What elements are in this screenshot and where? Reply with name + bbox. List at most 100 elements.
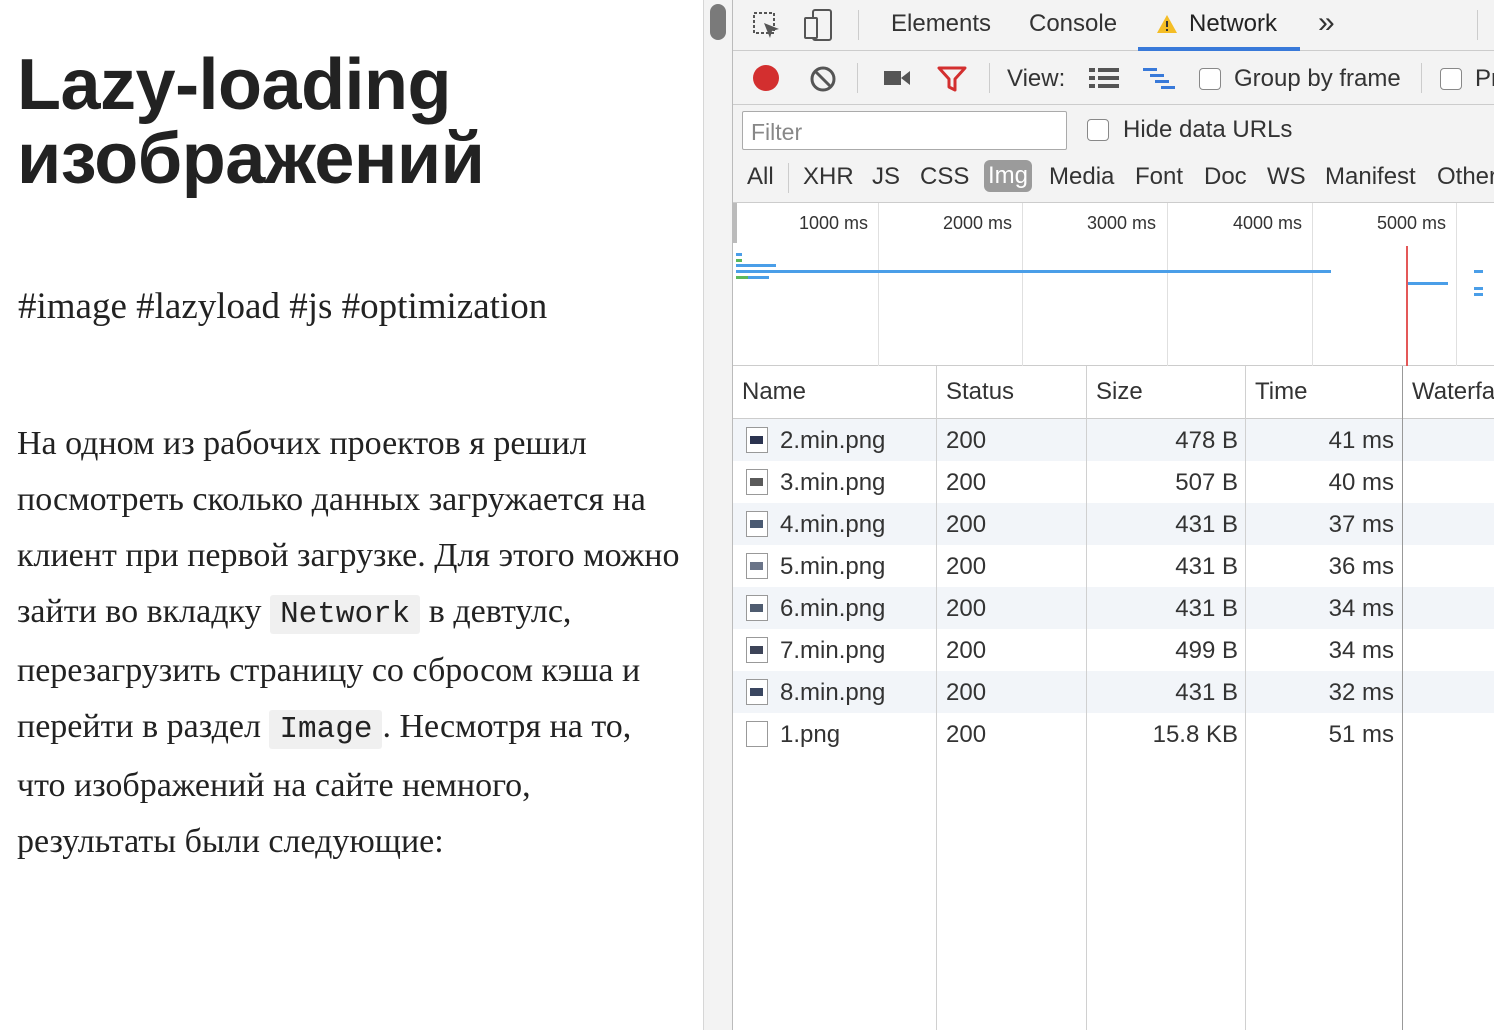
- cell-time: 32 ms: [1328, 679, 1394, 706]
- view-label: View:: [1007, 65, 1066, 92]
- table-row[interactable]: 8.min.png 200 431 B 32 ms: [733, 671, 1494, 713]
- cell-size: 431 B: [1175, 511, 1238, 538]
- table-row[interactable]: 5.min.png 200 431 B 36 ms: [733, 545, 1494, 587]
- image-file-icon: [746, 679, 768, 705]
- cell-name: 2.min.png: [780, 427, 886, 454]
- cell-time: 51 ms: [1328, 721, 1394, 748]
- tab-console[interactable]: Console: [1029, 10, 1117, 38]
- divider: [788, 163, 789, 193]
- screenshot-camera-icon[interactable]: [883, 68, 911, 93]
- cell-status: 200: [946, 511, 987, 538]
- load-event-marker: [1406, 246, 1408, 366]
- type-filter-all[interactable]: All: [747, 163, 774, 191]
- hide-data-urls-checkbox[interactable]: [1087, 119, 1109, 141]
- image-file-icon: [746, 721, 768, 747]
- column-divider[interactable]: [1245, 366, 1246, 1030]
- network-toolbar: View: Group by frame Pr: [733, 51, 1494, 105]
- preserve-log-checkbox[interactable]: [1440, 68, 1462, 90]
- column-header-status[interactable]: Status: [946, 378, 1014, 406]
- divider: [1477, 10, 1478, 40]
- record-icon[interactable]: [752, 64, 780, 97]
- image-file-icon: [746, 595, 768, 621]
- cell-size: 431 B: [1175, 595, 1238, 622]
- page-title: Lazy-loading изображений: [17, 48, 697, 196]
- overview-tick-label: 2000 ms: [943, 213, 1013, 233]
- table-header: Name Status Size Time Waterfa: [733, 366, 1494, 419]
- overview-request-bar: [736, 259, 742, 262]
- type-filter-media[interactable]: Media: [1049, 163, 1114, 191]
- table-row[interactable]: 1.png 200 15.8 KB 51 ms: [733, 713, 1494, 755]
- cell-time: 36 ms: [1328, 553, 1394, 580]
- article-paragraph: На одном из рабочих проектов я решил пос…: [17, 416, 687, 870]
- cell-name: 6.min.png: [780, 595, 886, 622]
- group-by-frame-label[interactable]: Group by frame: [1234, 65, 1401, 93]
- inspect-element-icon[interactable]: [751, 10, 783, 47]
- filter-input[interactable]: Filter: [742, 111, 1067, 150]
- column-header-waterfall[interactable]: Waterfa: [1412, 378, 1494, 406]
- hide-data-urls-label[interactable]: Hide data URLs: [1123, 116, 1292, 144]
- table-row[interactable]: 3.min.png 200 507 B 40 ms: [733, 461, 1494, 503]
- type-filter-other[interactable]: Other: [1437, 163, 1494, 191]
- type-filter-img[interactable]: Img: [984, 160, 1033, 192]
- pane-splitter[interactable]: [703, 0, 733, 1030]
- cell-size: 499 B: [1175, 637, 1238, 664]
- tag-link[interactable]: #optimization: [342, 286, 548, 327]
- list-view-icon[interactable]: [1089, 67, 1119, 94]
- type-filter-ws[interactable]: WS: [1267, 163, 1306, 191]
- cell-status: 200: [946, 721, 987, 748]
- tag-link[interactable]: #js: [289, 286, 332, 327]
- tag-link[interactable]: #lazyload: [136, 286, 280, 327]
- cell-name: 7.min.png: [780, 637, 886, 664]
- divider: [1421, 63, 1422, 93]
- table-row[interactable]: 7.min.png 200 499 B 34 ms: [733, 629, 1494, 671]
- column-divider[interactable]: [1402, 366, 1403, 1030]
- network-filterbar: Filter Hide data URLs All XHR JS CSS Img…: [733, 105, 1494, 203]
- overview-gridline: [1022, 203, 1023, 366]
- column-header-time[interactable]: Time: [1255, 378, 1307, 406]
- table-row[interactable]: 2.min.png 200 478 B 41 ms: [733, 419, 1494, 461]
- cell-status: 200: [946, 595, 987, 622]
- column-header-name[interactable]: Name: [742, 378, 806, 406]
- type-filter-js[interactable]: JS: [872, 163, 900, 191]
- type-filter-font[interactable]: Font: [1135, 163, 1183, 191]
- overview-gridline: [1456, 203, 1457, 366]
- overview-tick-label: 3000 ms: [1087, 213, 1157, 233]
- type-filter-doc[interactable]: Doc: [1204, 163, 1247, 191]
- filter-funnel-icon[interactable]: [937, 66, 967, 97]
- overview-request-bar: [736, 253, 742, 256]
- column-divider[interactable]: [1086, 366, 1087, 1030]
- overview-request-bar: [1408, 282, 1448, 285]
- tag-link[interactable]: #image: [18, 286, 127, 327]
- cell-name: 8.min.png: [780, 679, 886, 706]
- overview-gridline: [1312, 203, 1313, 366]
- type-filter-manifest[interactable]: Manifest: [1325, 163, 1416, 191]
- page-title-line1: Lazy-loading: [17, 45, 452, 125]
- overview-request-bar: [748, 276, 769, 279]
- table-row[interactable]: 4.min.png 200 431 B 37 ms: [733, 503, 1494, 545]
- table-row[interactable]: 6.min.png 200 431 B 34 ms: [733, 587, 1494, 629]
- filter-placeholder: Filter: [751, 119, 803, 145]
- tab-network[interactable]: Network: [1189, 10, 1277, 38]
- more-tabs-icon[interactable]: »: [1318, 6, 1335, 40]
- device-toolbar-icon[interactable]: [803, 8, 835, 47]
- waterfall-view-icon[interactable]: [1143, 67, 1177, 96]
- column-divider[interactable]: [936, 366, 937, 1030]
- cell-name: 1.png: [780, 721, 841, 748]
- type-filter-css[interactable]: CSS: [920, 163, 969, 191]
- image-file-icon: [746, 511, 768, 537]
- cell-size: 431 B: [1175, 553, 1238, 580]
- overview-request-bar: [1474, 270, 1483, 273]
- devtools-tabbar: Elements Console Network »: [733, 0, 1494, 51]
- inline-code: Image: [269, 710, 383, 749]
- preserve-log-label[interactable]: Pr: [1475, 65, 1494, 93]
- type-filter-xhr[interactable]: XHR: [803, 163, 854, 191]
- cell-time: 34 ms: [1328, 595, 1394, 622]
- cell-time: 34 ms: [1328, 637, 1394, 664]
- tab-elements[interactable]: Elements: [891, 10, 991, 38]
- group-by-frame-checkbox[interactable]: [1199, 68, 1221, 90]
- network-overview[interactable]: 1000 ms 2000 ms 3000 ms 4000 ms 5000 ms: [733, 203, 1494, 366]
- column-header-size[interactable]: Size: [1096, 378, 1143, 406]
- scrollbar-thumb[interactable]: [710, 4, 726, 40]
- clear-icon[interactable]: [809, 65, 837, 98]
- cell-size: 507 B: [1175, 469, 1238, 496]
